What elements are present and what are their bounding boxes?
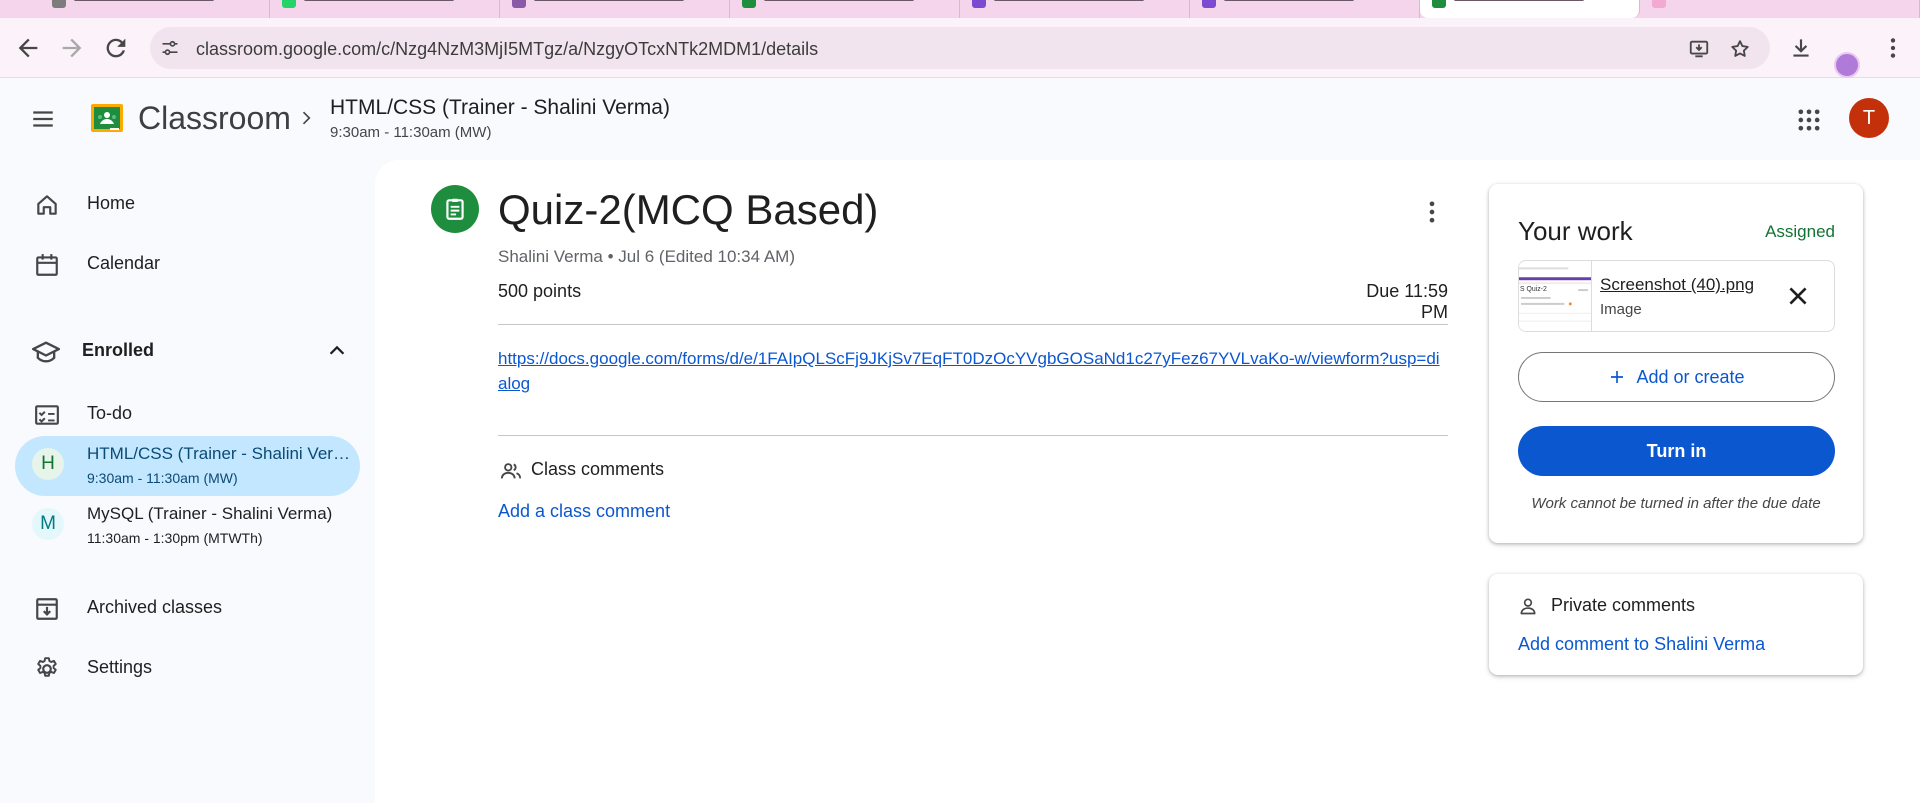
browser-tab[interactable] — [1640, 0, 1920, 18]
remove-attachment-close-icon[interactable] — [1785, 283, 1811, 309]
class-time: 11:30am - 1:30pm (MTWTh) — [87, 530, 263, 546]
graduation-cap-icon — [32, 338, 60, 366]
sheets-favicon-icon — [742, 0, 756, 8]
google-apps-icon[interactable] — [1795, 106, 1823, 134]
browser-toolbar: classroom.google.com/c/Nzg4NzM3MjI5MTgz/… — [0, 18, 1920, 78]
plus-icon — [1608, 368, 1626, 386]
gear-icon — [34, 656, 60, 682]
divider — [498, 435, 1448, 436]
arrow-left-icon — [18, 38, 38, 58]
calendar-icon — [34, 252, 60, 278]
tab-favicon-icon — [1652, 0, 1666, 8]
class-letter-avatar: M — [32, 508, 64, 540]
chevron-up-icon[interactable] — [326, 340, 348, 362]
assignment-meta: Shalini Verma • Jul 6 (Edited 10:34 AM) — [498, 247, 795, 266]
svg-text:S Quiz-2: S Quiz-2 — [1520, 286, 1547, 293]
browser-menu-icon[interactable] — [1880, 35, 1906, 61]
sidebar-item-label: Settings — [87, 657, 153, 677]
browser-tab[interactable] — [270, 0, 500, 18]
sidebar-item-calendar[interactable]: Calendar — [16, 236, 360, 292]
sidebar-item-archived-classes[interactable]: Archived classes — [16, 580, 360, 636]
install-app-icon[interactable] — [1688, 38, 1710, 60]
sidebar-item-home[interactable]: Home — [16, 176, 360, 232]
sidebar: Home Calendar Enrolled To-do H HTML/CSS … — [0, 160, 375, 803]
assignment-points: 500 points — [498, 281, 582, 301]
breadcrumb-class-time: 9:30am - 11:30am (MW) — [330, 124, 492, 141]
attachment-card[interactable]: S Quiz-2 Screenshot (40).png Image — [1518, 260, 1835, 332]
assignment-title: Quiz-2(MCQ Based) — [498, 186, 879, 233]
account-avatar[interactable]: T — [1849, 98, 1889, 138]
main-menu-icon[interactable] — [30, 106, 56, 132]
sidebar-section-label: Enrolled — [82, 340, 155, 360]
due-date-note: Work cannot be turned in after the due d… — [1531, 495, 1821, 512]
app-header: Classroom HTML/CSS (Trainer - Shalini Ve… — [0, 78, 1920, 160]
browser-tab[interactable] — [40, 0, 270, 18]
person-icon — [1518, 596, 1538, 616]
private-comments-card: Private comments Add comment to Shalini … — [1489, 574, 1863, 675]
downloads-icon[interactable] — [1788, 35, 1814, 61]
private-comments-heading: Private comments — [1551, 595, 1696, 615]
assignment-icon — [431, 185, 479, 233]
sidebar-item-label: Home — [87, 193, 136, 213]
home-icon — [34, 192, 60, 218]
add-private-comment-link[interactable]: Add comment to Shalini Verma — [1518, 634, 1765, 655]
add-or-create-label: Add or create — [1636, 366, 1745, 387]
status-badge: Assigned — [1765, 222, 1835, 241]
sidebar-item-settings[interactable]: Settings — [16, 640, 360, 696]
arrow-right-icon — [62, 38, 82, 58]
site-settings-icon[interactable] — [160, 38, 180, 58]
forward-button[interactable] — [58, 34, 86, 62]
add-class-comment-link[interactable]: Add a class comment — [498, 501, 670, 522]
address-bar[interactable]: classroom.google.com/c/Nzg4NzM3MjI5MTgz/… — [150, 27, 1770, 69]
attachment-type: Image — [1600, 301, 1642, 318]
browser-tab[interactable] — [500, 0, 730, 18]
reload-icon — [106, 38, 126, 58]
tab-favicon-icon — [52, 0, 66, 8]
todo-checklist-icon — [34, 402, 60, 428]
browser-tab[interactable] — [730, 0, 960, 18]
sidebar-item-todo[interactable]: To-do — [16, 386, 360, 442]
bookmark-star-icon[interactable] — [1729, 38, 1751, 60]
class-time: 9:30am - 11:30am (MW) — [87, 470, 238, 486]
classroom-favicon-icon — [1432, 0, 1446, 8]
url-text[interactable]: classroom.google.com/c/Nzg4NzM3MjI5MTgz/… — [196, 39, 818, 60]
sidebar-item-label: Archived classes — [87, 597, 223, 617]
forms-favicon-icon — [1202, 0, 1216, 8]
assignment-form-link[interactable]: https://docs.google.com/forms/d/e/1FAIpQ… — [498, 346, 1448, 396]
more-options-icon[interactable] — [1418, 196, 1446, 228]
brand-name[interactable]: Classroom — [138, 100, 291, 137]
browser-tab-strip — [0, 0, 1920, 18]
reload-button[interactable] — [102, 34, 130, 62]
sidebar-section-enrolled[interactable]: Enrolled — [16, 326, 360, 376]
attachment-name[interactable]: Screenshot (40).png — [1600, 275, 1770, 295]
sidebar-class-mysql[interactable]: M MySQL (Trainer - Shalini Verma) 11:30a… — [15, 496, 360, 556]
whatsapp-favicon-icon — [282, 0, 296, 8]
attachment-thumbnail[interactable]: S Quiz-2 — [1519, 261, 1592, 331]
browser-profile-avatar[interactable] — [1834, 52, 1860, 78]
sidebar-item-label: To-do — [87, 403, 133, 423]
sidebar-item-label: Calendar — [87, 253, 161, 273]
archive-icon — [34, 596, 60, 622]
class-comments-heading: Class comments — [531, 459, 665, 479]
divider — [498, 324, 1448, 325]
breadcrumb-class-title[interactable]: HTML/CSS (Trainer - Shalini Verma) — [330, 96, 670, 120]
browser-tab-active[interactable] — [1420, 0, 1640, 18]
turn-in-button[interactable]: Turn in — [1518, 426, 1835, 476]
shield-favicon-icon — [512, 0, 526, 8]
add-or-create-button[interactable]: Add or create — [1518, 352, 1835, 402]
your-work-card: Your work Assigned S Quiz-2 Screenshot (… — [1489, 184, 1863, 543]
back-button[interactable] — [14, 34, 42, 62]
browser-tab[interactable] — [1190, 0, 1420, 18]
class-name: HTML/CSS (Trainer - Shalini Verma) — [87, 444, 351, 463]
forms-favicon-icon — [972, 0, 986, 8]
browser-tab[interactable] — [960, 0, 1190, 18]
assignment-due-date: Due 11:59 PM — [1366, 281, 1448, 322]
class-letter-avatar: H — [32, 448, 64, 480]
your-work-title: Your work — [1518, 216, 1633, 246]
people-icon — [500, 460, 522, 482]
classroom-logo-icon[interactable] — [90, 102, 124, 134]
class-name: MySQL (Trainer - Shalini Verma) — [87, 504, 333, 523]
chevron-right-icon — [296, 108, 316, 128]
sidebar-class-html-css[interactable]: H HTML/CSS (Trainer - Shalini Verma) 9:3… — [15, 436, 360, 496]
